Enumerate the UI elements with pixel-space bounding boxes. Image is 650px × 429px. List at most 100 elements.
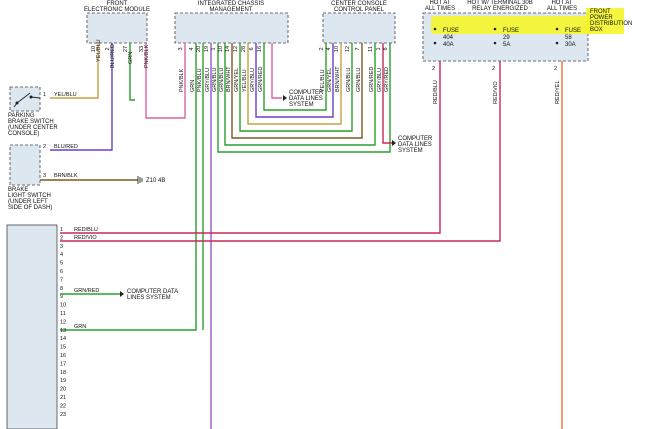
connector-pin: 7 [60, 277, 63, 283]
icm-pin-labels: 3 PNK/BLK 4 GRN 20 PNK/BLU 19 GRY/BLU 1 GRN/BLU 10… [178, 46, 264, 92]
parking-brake-switch: 1 YEL/BLU PARKING BRAKE SWITCH (UNDER CE… [8, 86, 77, 137]
connector-pin: 19 [60, 378, 66, 384]
ccp-pin: 11 [368, 46, 374, 52]
fuse-pin: 2 [554, 66, 557, 72]
connector-pin: 1 [60, 227, 63, 233]
cdls-label-2c: SYSTEM [398, 148, 423, 154]
wiring-diagram: FRONT ELECTRONIC MODULE INTEGRATED CHASS… [6, 0, 632, 429]
icm-pin: 28 [241, 46, 247, 52]
icm-wire-label: GRN/BLU [212, 68, 218, 92]
icm-wire-label: BRN/WHT [226, 66, 232, 92]
connector-pin: 12 [60, 319, 66, 325]
connector-pin: 3 [60, 244, 63, 250]
icm-wires [60, 43, 392, 429]
fem-title-2: ELECTRONIC MODULE [84, 7, 150, 13]
fuse-icon [433, 41, 437, 45]
icm-pin: 20 [196, 46, 202, 52]
cdls-label-1c: SYSTEM [289, 102, 314, 108]
fem-wire-label-1: YEL/BLU [96, 39, 102, 62]
icm-wire-label: GRY/BLU [250, 68, 256, 92]
connector-pin: 15 [60, 345, 66, 351]
icm-pin: 1 [211, 47, 217, 50]
connector-pin: 5 [60, 261, 63, 267]
ccp-wire-label: GRY/BLU [377, 68, 383, 92]
ccp-wire-label: BRN/WHT [335, 66, 341, 92]
brake-light-switch: 2 3 BLU/RED BRN/BLK BRAKE LIGHT SWITCH (… [8, 144, 165, 211]
fuse-icon [493, 27, 497, 31]
brake-light-wire-1: BLU/RED [54, 144, 78, 150]
icm-pin: 3 [178, 47, 184, 50]
ground-label: Z10 4B [146, 178, 165, 184]
connector-wire-2: RED/VIO [74, 235, 97, 241]
fuse-label: FUSE [503, 28, 519, 34]
icm-pin: 19 [204, 46, 210, 52]
connector-pin: 2 [60, 235, 63, 241]
icm-wire-label: GRN [190, 80, 196, 92]
ccp-wire-label: GRN/YEL [327, 68, 333, 92]
icm-wire-label: GRY/BLU [205, 68, 211, 92]
arrow-cdls-1 [283, 95, 287, 101]
fuse-header: ALL TIMES [425, 6, 455, 12]
ccp-wire-label: GRN/BLU [346, 68, 352, 92]
fem-pin: 27 [123, 46, 129, 52]
icm-wire-label: PNK/BLK [179, 68, 185, 92]
ccp-wire-label: GRN/BLU [356, 68, 362, 92]
brake-light-wire-2: BRN/BLK [54, 173, 78, 179]
fpdb-title-4: BOX [590, 27, 603, 33]
icm-pin: 14 [225, 46, 231, 52]
fuse-wire-label: RED/YEL [555, 80, 561, 104]
connector-pin: 23 [60, 412, 66, 418]
icm-pin: 12 [233, 46, 239, 52]
ccp-wire-label: GRY/RED [384, 67, 390, 92]
connector-wire-12: GRN [74, 324, 86, 330]
brake-light-label-4: SIDE OF DASH) [8, 205, 52, 211]
fem-wire-label-2: BLU/RED [110, 44, 116, 68]
fuse-pin: 2 [432, 66, 435, 72]
fuse-icon [555, 41, 559, 45]
connector-pin: 20 [60, 387, 66, 393]
arrow-cdls-3 [120, 291, 124, 297]
ccp-wire-label: YEL/BLU [320, 69, 326, 92]
fuse-wire-label: RED/VIO [493, 81, 499, 104]
connector-pin: 18 [60, 370, 66, 376]
connector-pin: 8 [60, 286, 63, 292]
ccp-pin: 12 [345, 46, 351, 52]
icm-wire-label: GRN/BLU [219, 68, 225, 92]
fuse-pin: 2 [492, 66, 495, 72]
icm-pin: 16 [257, 46, 263, 52]
front-electronic-module: FRONT ELECTRONIC MODULE [84, 1, 150, 44]
fuse-amps: 5A [503, 42, 510, 48]
fuse-wire-labels: RED/BLU RED/VIO RED/YEL [433, 80, 561, 104]
fuse-icon [555, 27, 559, 31]
ccp-pin: 10 [334, 46, 340, 52]
ccp-pin-labels: 2 YEL/BLU 4 GRN/YEL 10 BRN/WHT 12 GRN/BLU 7 GRN/B… [319, 46, 390, 92]
connector-pin: 22 [60, 403, 66, 409]
parking-brake-wire-label: YEL/BLU [54, 92, 77, 98]
center-console-control-panel: CENTER CONSOLE CONTROL PANEL [322, 1, 396, 44]
connector-pin: 6 [60, 269, 63, 275]
icm-wire-label: YEL/BLU [242, 69, 248, 92]
parking-brake-label-4: CONSOLE) [8, 131, 39, 137]
brake-light-pin-2: 2 [43, 144, 46, 150]
icm-title-2: MANAGEMENT [209, 7, 252, 13]
connector-pin: 11 [60, 311, 66, 317]
fuse-number: 58 [565, 35, 572, 41]
fuse-amps: 30A [565, 42, 576, 48]
icm-pin: 4 [189, 47, 195, 50]
fuse-header: RELAY ENERGIZED [472, 6, 528, 12]
connector-pin: 17 [60, 361, 66, 367]
fem-wire-label-4: PNK/BLK [144, 44, 150, 68]
connector-pin-labels: 1234567891011121314151617181920212223 [60, 227, 66, 418]
connector-pin: 4 [60, 252, 63, 258]
ccp-pin: 7 [355, 47, 361, 50]
fuse-wires [60, 61, 563, 429]
integrated-chassis-management-module: INTEGRATED CHASSIS MANAGEMENT [174, 1, 289, 44]
fuse-header: ALL TIMES [547, 6, 577, 12]
fuse-label: FUSE [443, 28, 459, 34]
ccp-wire-label: GRN/RED [369, 67, 375, 92]
connector-pin: 16 [60, 353, 66, 359]
ccp-title-2: CONTROL PANEL [334, 7, 385, 13]
icm-wire-label: GRN/RED [258, 67, 264, 92]
connector-pin: 21 [60, 395, 66, 401]
front-power-distribution-box: FRONT POWER DISTRIBUTION BOX [422, 8, 632, 62]
